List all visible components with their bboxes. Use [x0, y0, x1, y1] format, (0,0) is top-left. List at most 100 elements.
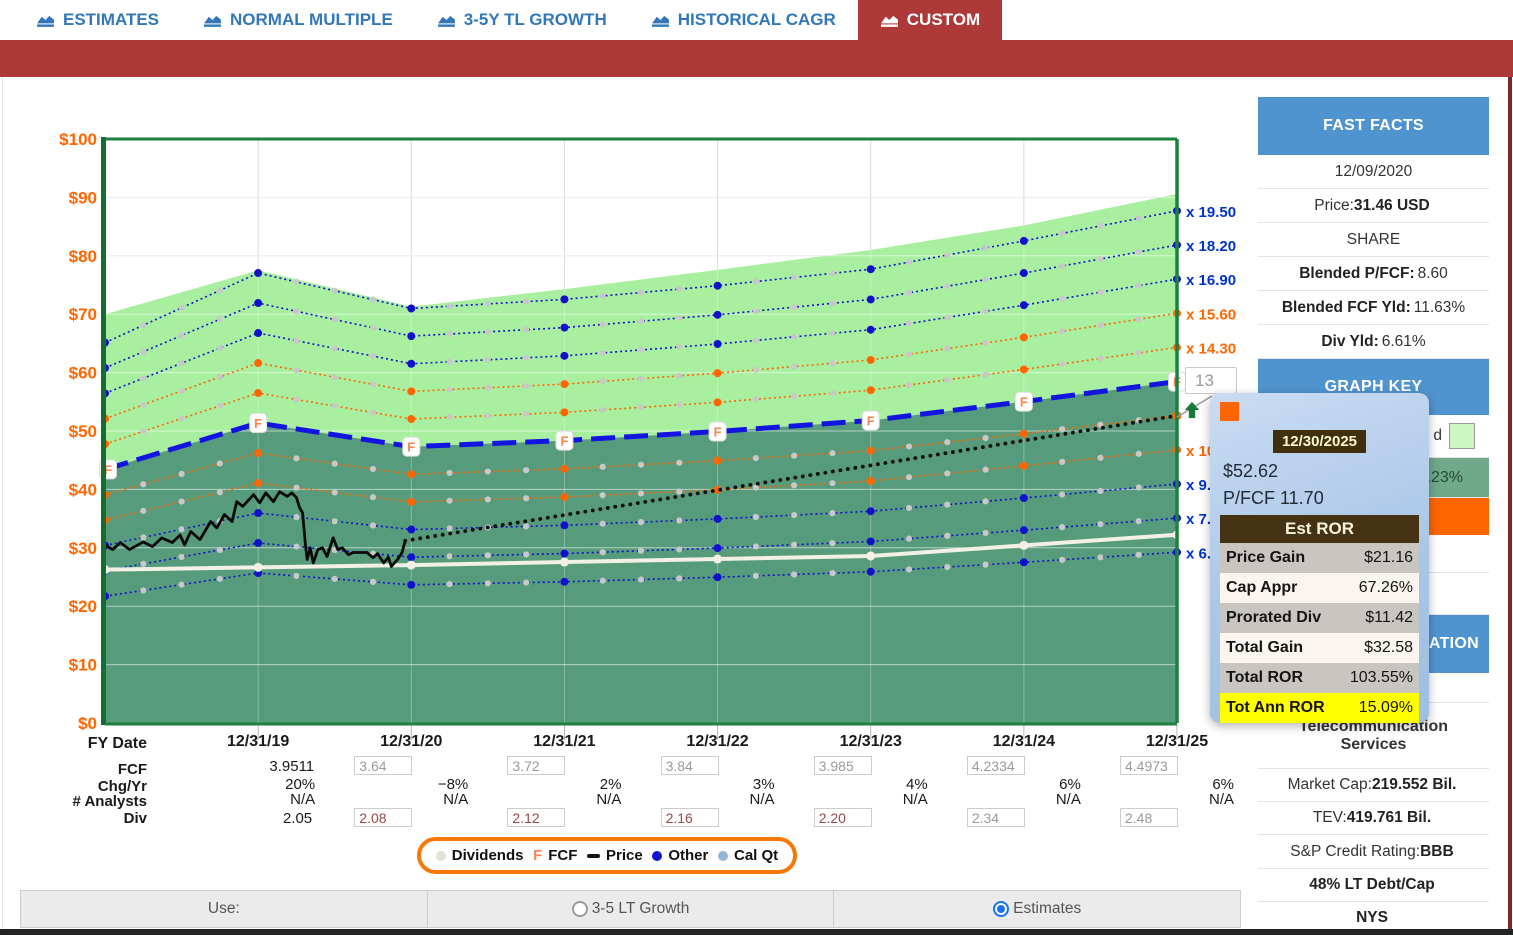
est-ror-row-total-ror: Total ROR103.55% [1220, 663, 1419, 693]
y-axis-label: $90 [69, 188, 97, 207]
est-ror-row-prorated-div: Prorated Div $11.42 [1220, 603, 1419, 633]
tab-label: ESTIMATES [63, 10, 159, 30]
svg-text:F: F [714, 424, 722, 439]
est-ror-row-value: 67.26% [1359, 579, 1413, 597]
company-info-row-1: TEV: 419.761 Bil. [1258, 802, 1489, 835]
graph-key-row1-text: d [1433, 427, 1442, 445]
lt-growth-label: 3-5 LT Growth [592, 900, 690, 918]
fcf-input[interactable] [354, 756, 412, 775]
y-axis-label: $10 [69, 656, 97, 675]
tooltip-price: $52.62 [1223, 461, 1278, 482]
analysts-value: N/A [354, 791, 468, 808]
tooltip-drag-handle[interactable] [1220, 402, 1239, 421]
analysts-value: N/A [967, 791, 1081, 808]
est-ror-row-label: Price Gain [1226, 549, 1305, 567]
est-ror-row-label: Prorated Div [1226, 609, 1321, 627]
fcf-input[interactable] [967, 756, 1025, 775]
fast-facts-header: FAST FACTS [1258, 97, 1489, 155]
tooltip-pfcf: P/FCF 11.70 [1223, 488, 1324, 509]
fcf-input[interactable] [507, 756, 565, 775]
price-fcf-chart: FFFFFFFF$0$10$20$30$40$50$60$70$80$90$10… [0, 122, 1255, 747]
estimates-radio[interactable] [993, 901, 1009, 917]
company-info-row-3: 48% LT Debt/Cap [1258, 869, 1489, 902]
fast-facts-row-4: Blended FCF Yld: 11.63% [1258, 291, 1489, 325]
fy-date: 12/31/21 [498, 733, 630, 751]
area-chart-icon [651, 13, 670, 28]
light-green-swatch-icon [1449, 423, 1475, 449]
est-ror-row-label: Cap Appr [1226, 579, 1297, 597]
svg-text:F: F [560, 434, 568, 449]
area-chart-icon [437, 13, 456, 28]
y-axis-label: $80 [69, 247, 97, 266]
multiple-label: x 18.20 [1186, 238, 1236, 255]
legend-label: Dividends [452, 847, 524, 864]
fcf-input[interactable] [814, 756, 872, 775]
page-left-border [2, 77, 3, 930]
est-ror-row-value: $11.42 [1365, 609, 1413, 627]
row-label--analysts: # Analysts [0, 793, 147, 810]
div-input[interactable] [1120, 808, 1178, 827]
tooltip-date: 12/30/2025 [1210, 433, 1429, 451]
analysts-value: N/A [201, 791, 315, 808]
legend-label: Other [668, 847, 708, 864]
legend-item-dividends: Dividends [436, 847, 524, 864]
multiple-label: x 14.30 [1186, 340, 1236, 357]
tab-estimates[interactable]: ESTIMATES [14, 0, 181, 40]
multiple-up-arrow-icon[interactable] [1182, 400, 1202, 420]
est-ror-row-cap-appr: Cap Appr 67.26% [1220, 573, 1419, 603]
div-input[interactable] [661, 808, 719, 827]
custom-multiple-input[interactable] [1185, 367, 1237, 394]
div-input[interactable] [967, 808, 1025, 827]
fcf-value: 3.9511 [198, 758, 314, 775]
svg-text:F: F [867, 413, 875, 428]
legend-item-other: Other [652, 847, 708, 864]
y-axis-label: $70 [69, 305, 97, 324]
page: ESTIMATES NORMAL MULTIPLE 3-5Y TL GROWTHHI… [0, 0, 1513, 935]
legend-label: FCF [548, 847, 577, 864]
fast-facts-row-1: Price: 31.46 USD [1258, 189, 1489, 223]
est-ror-row-price-gain: Price Gain $21.16 [1220, 543, 1419, 573]
est-ror-row-value: 103.55% [1350, 669, 1413, 687]
analysts-value: N/A [1120, 791, 1234, 808]
fy-date: 12/31/23 [805, 733, 937, 751]
tab-normal-multiple[interactable]: NORMAL MULTIPLE [181, 0, 415, 40]
div-input[interactable] [354, 808, 412, 827]
tab-label: CUSTOM [907, 10, 980, 30]
div-value: 2.05 [198, 810, 312, 827]
analysts-value: N/A [661, 791, 775, 808]
row-label-div: Div [0, 810, 147, 827]
option-lt-growth[interactable]: 3-5 LT Growth [428, 891, 835, 927]
legend-label: Price [606, 847, 643, 864]
fiscal-year-table: FY DateFCFChg/Yr# AnalystsDiv12/31/193.9… [0, 733, 1255, 833]
estimate-ror-tooltip: 12/30/2025 $52.62 P/FCF 11.70 Est ROR Pr… [1210, 393, 1429, 723]
y-axis-label: $0 [78, 714, 97, 733]
fcf-input[interactable] [661, 756, 719, 775]
svg-text:F: F [407, 440, 415, 455]
area-chart-icon [203, 13, 222, 28]
analysts-value: N/A [814, 791, 928, 808]
div-input[interactable] [814, 808, 872, 827]
lt-growth-radio[interactable] [572, 901, 588, 917]
page-right-border [1508, 77, 1512, 930]
fcf-input[interactable] [1120, 756, 1178, 775]
y-axis-label: $40 [69, 480, 97, 499]
est-ror-row-tot-ann-ror: Tot Ann ROR15.09% [1220, 693, 1419, 723]
y-axis-label: $20 [69, 597, 97, 616]
tab-3-5y-tl-growth[interactable]: 3-5Y TL GROWTH [415, 0, 629, 40]
fast-facts-row-0: 12/09/2020 [1258, 155, 1489, 189]
div-input[interactable] [507, 808, 565, 827]
est-ror-row-value: $32.58 [1364, 639, 1413, 657]
legend-item-price: Price [587, 847, 643, 864]
est-ror-row-value: $21.16 [1364, 549, 1413, 567]
y-axis-label: $30 [69, 539, 97, 558]
svg-text:F: F [1020, 395, 1028, 410]
tab-label: NORMAL MULTIPLE [230, 10, 393, 30]
est-ror-table: Est ROR Price Gain$21.16Cap Appr67.26%Pr… [1220, 515, 1419, 723]
tab-historical-cagr[interactable]: HISTORICAL CAGR [629, 0, 858, 40]
use-label-cell: Use: [21, 891, 428, 927]
area-chart-icon [36, 13, 55, 28]
option-estimates[interactable]: Estimates [834, 891, 1240, 927]
legend-dash-icon [587, 854, 600, 858]
est-ror-row-label: Tot Ann ROR [1226, 699, 1325, 717]
tab-custom[interactable]: CUSTOM [858, 0, 1002, 40]
